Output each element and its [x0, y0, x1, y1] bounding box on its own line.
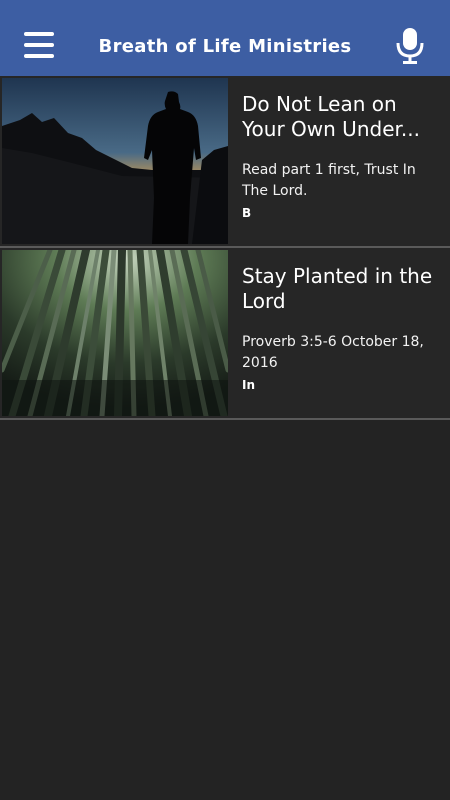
list-item-description: Read part 1 first, Trust In The Lord.: [242, 162, 416, 199]
list-item[interactable]: Stay Planted in the Lord Proverb 3:5-6 O…: [0, 248, 450, 420]
list-item-info: Do Not Lean on Your Own Under... Read pa…: [242, 92, 440, 220]
list-item[interactable]: Do Not Lean on Your Own Under... Read pa…: [0, 76, 450, 248]
app-title: Breath of Life Ministries: [98, 36, 352, 57]
list-item-meta: B: [242, 206, 252, 220]
sermon-list: Do Not Lean on Your Own Under... Read pa…: [0, 76, 450, 420]
menu-line: [24, 43, 54, 47]
silhouette-mountain-sunset-image: [2, 78, 228, 244]
bamboo-forest-image: [2, 250, 228, 416]
list-item-info: Stay Planted in the Lord Proverb 3:5-6 O…: [242, 264, 440, 392]
hamburger-menu-icon[interactable]: [22, 28, 56, 62]
list-item-title: Do Not Lean on Your Own Under...: [242, 92, 420, 141]
list-item-title: Stay Planted in the Lord: [242, 264, 433, 313]
microphone-icon[interactable]: [393, 27, 427, 65]
top-app-bar: Breath of Life Ministries: [0, 0, 450, 76]
menu-line: [24, 32, 54, 36]
list-item-meta: In: [242, 378, 256, 392]
list-item-description: Proverb 3:5-6 October 18, 2016: [242, 334, 424, 371]
menu-line: [24, 54, 54, 58]
app-screen: Breath of Life Ministries Do Not Lean on…: [0, 0, 450, 800]
